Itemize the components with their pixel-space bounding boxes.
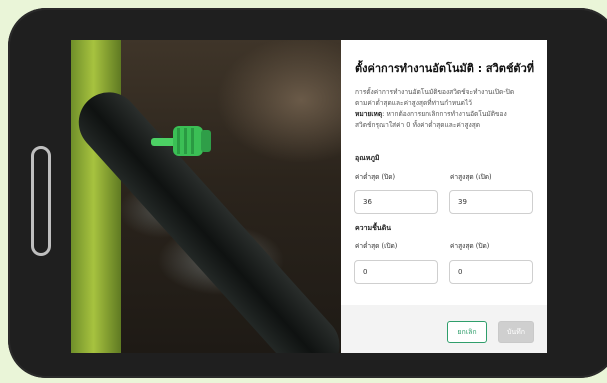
description-line: การตั้งค่าการทำงานอัตโนมัติของสวิตช์จะทำ… — [355, 88, 515, 96]
soil-moisture-max-input[interactable] — [449, 260, 533, 284]
drip-emitter-icon — [151, 126, 211, 156]
note-line: สวิตช์กรุณาใส่ค่า 0 ทั้งค่าต่ำสุดและค่าส… — [355, 121, 481, 129]
dialog-footer: ยกเลิก บันทึก — [341, 305, 547, 353]
note-text: : หากต้องการยกเลิกการทำงานอัตโนมัติของ — [382, 110, 507, 118]
dialog-title: ตั้งค่าการทำงานอัตโนมัติ : สวิตช์ตัวที่ — [355, 62, 534, 75]
description-line: ตามค่าต่ำสุดและค่าสูงสุดที่ท่านกำหนดไว้ — [355, 99, 472, 107]
note-line: หมายเหตุ: หากต้องการยกเลิกการทำงานอัตโนม… — [355, 109, 545, 120]
auto-settings-dialog: ตั้งค่าการทำงานอัตโนมัติ : สวิตช์ตัวที่ … — [341, 40, 547, 353]
dialog-description: การตั้งค่าการทำงานอัตโนมัติของสวิตช์จะทำ… — [355, 87, 545, 131]
temperature-max-input[interactable] — [449, 190, 533, 214]
soil-moisture-max-label: ค่าสูงสุด (ปิด) — [450, 242, 490, 250]
irrigation-photo — [71, 40, 341, 353]
save-button[interactable]: บันทึก — [498, 321, 534, 343]
note-label: หมายเหตุ — [355, 110, 383, 118]
temperature-max-label: ค่าสูงสุด (เปิด) — [450, 173, 492, 181]
soil-moisture-section-label: ความชื้นดิน — [355, 224, 392, 232]
soil-moisture-min-label: ค่าต่ำสุด (เปิด) — [355, 242, 398, 250]
app-screen: ตั้งค่าการทำงานอัตโนมัติ : สวิตช์ตัวที่ … — [71, 40, 547, 353]
temperature-section-label: อุณหภูมิ — [355, 154, 380, 162]
soil-moisture-min-input[interactable] — [354, 260, 438, 284]
temperature-min-label: ค่าต่ำสุด (ปิด) — [355, 173, 396, 181]
home-button[interactable] — [31, 146, 51, 256]
cancel-button[interactable]: ยกเลิก — [447, 321, 487, 343]
plant-leaf — [71, 40, 121, 353]
temperature-min-input[interactable] — [354, 190, 438, 214]
